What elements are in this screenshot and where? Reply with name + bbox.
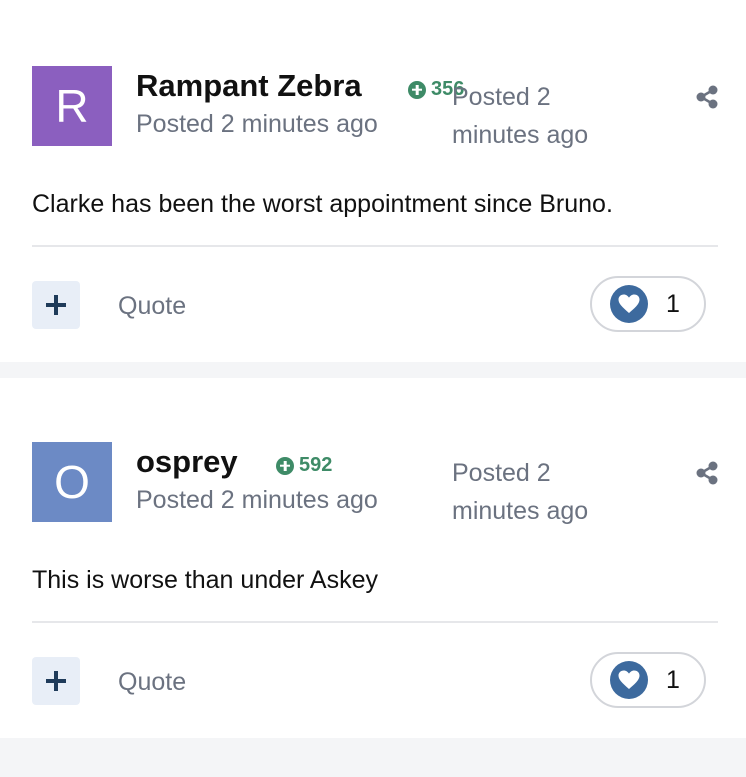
- forum-post: O osprey 592 Posted 2 minutes ago Posted…: [0, 378, 746, 738]
- reputation-plus-icon: [408, 80, 426, 99]
- post-timestamp: Posted 2 minutes ago: [136, 486, 378, 514]
- post-content: This is worse than under Askey: [32, 566, 378, 594]
- avatar-letter: R: [55, 80, 89, 132]
- post-timestamp-side: Posted 2 minutes ago: [452, 83, 589, 149]
- username[interactable]: Rampant Zebra: [136, 68, 362, 104]
- reaction-count: 1: [666, 289, 680, 318]
- divider: [32, 245, 718, 247]
- reaction-button[interactable]: 1: [590, 652, 706, 708]
- plus-icon: [46, 671, 66, 691]
- divider: [32, 621, 718, 623]
- plus-icon: [46, 295, 66, 315]
- reaction-count: 1: [666, 665, 680, 694]
- reputation-count: 592: [299, 454, 333, 476]
- share-icon[interactable]: [694, 84, 720, 110]
- username[interactable]: osprey: [136, 444, 238, 480]
- avatar[interactable]: O: [32, 442, 112, 522]
- post-content: Clarke has been the worst appointment si…: [32, 190, 613, 218]
- reputation-badge: 592: [276, 454, 332, 477]
- heart-icon: [610, 661, 648, 699]
- heart-icon: [610, 285, 648, 323]
- reaction-button[interactable]: 1: [590, 276, 706, 332]
- reputation-plus-icon: [276, 456, 294, 475]
- share-icon[interactable]: [694, 460, 720, 486]
- forum-post: R Rampant Zebra 356 Posted 2 minutes ago…: [0, 0, 746, 362]
- post-timestamp: Posted 2 minutes ago: [136, 110, 378, 138]
- avatar-letter: O: [54, 456, 90, 508]
- quote-button[interactable]: Quote: [118, 292, 186, 321]
- reputation-plus-button[interactable]: [32, 657, 80, 705]
- post-timestamp-side: Posted 2 minutes ago: [452, 459, 589, 525]
- avatar[interactable]: R: [32, 66, 112, 146]
- reputation-plus-button[interactable]: [32, 281, 80, 329]
- quote-button[interactable]: Quote: [118, 668, 186, 697]
